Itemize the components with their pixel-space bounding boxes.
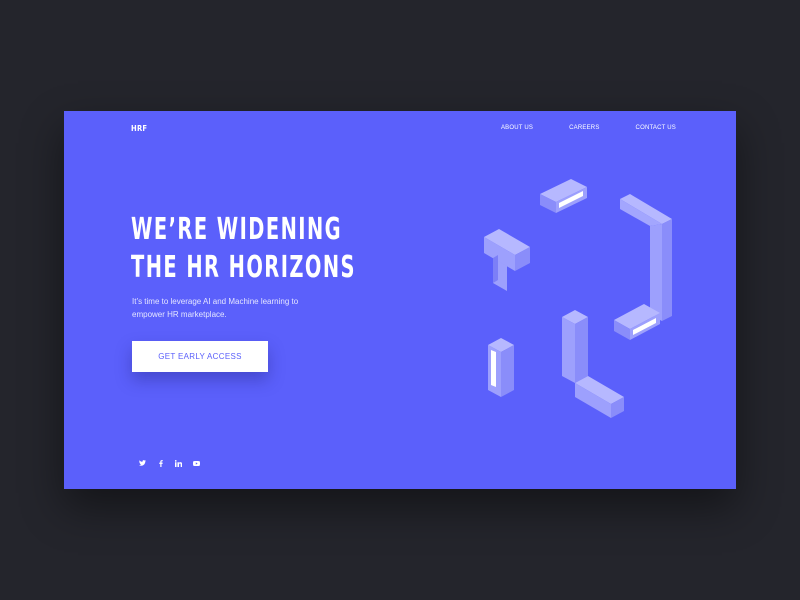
hero-headline: WE’RE WIDENING THE HR HORIZONS (131, 211, 356, 287)
facebook-icon[interactable] (156, 459, 165, 467)
hero-subtext: It’s time to leverage AI and Machine lea… (132, 297, 299, 319)
linkedin-icon[interactable] (174, 459, 183, 467)
art-left-pillar (488, 338, 514, 397)
isometric-hexagon-illustration (484, 179, 672, 418)
art-right-bracket (620, 194, 672, 321)
nav-item-about-us[interactable]: ABOUT US (501, 125, 533, 131)
nav-item-careers[interactable]: CAREERS (569, 125, 599, 131)
get-early-access-button[interactable]: GET EARLY ACCESS (132, 341, 268, 372)
social-links (138, 459, 201, 467)
twitter-icon[interactable] (138, 459, 147, 467)
brand-logo[interactable]: HRF (131, 124, 147, 133)
nav-item-contact-us[interactable]: CONTACT US (636, 125, 676, 131)
art-top-window-block (540, 179, 587, 213)
youtube-icon[interactable] (192, 459, 201, 467)
top-nav: ABOUT US CAREERS CONTACT US (501, 125, 676, 131)
art-left-bracket (484, 229, 530, 291)
hero-frame: HRF ABOUT US CAREERS CONTACT US WE’RE WI… (64, 111, 736, 489)
hero-headline-line-1: WE’RE WIDENING (131, 212, 343, 247)
art-right-window-block (614, 304, 660, 340)
hero-headline-line-2: THE HR HORIZONS (131, 250, 356, 285)
